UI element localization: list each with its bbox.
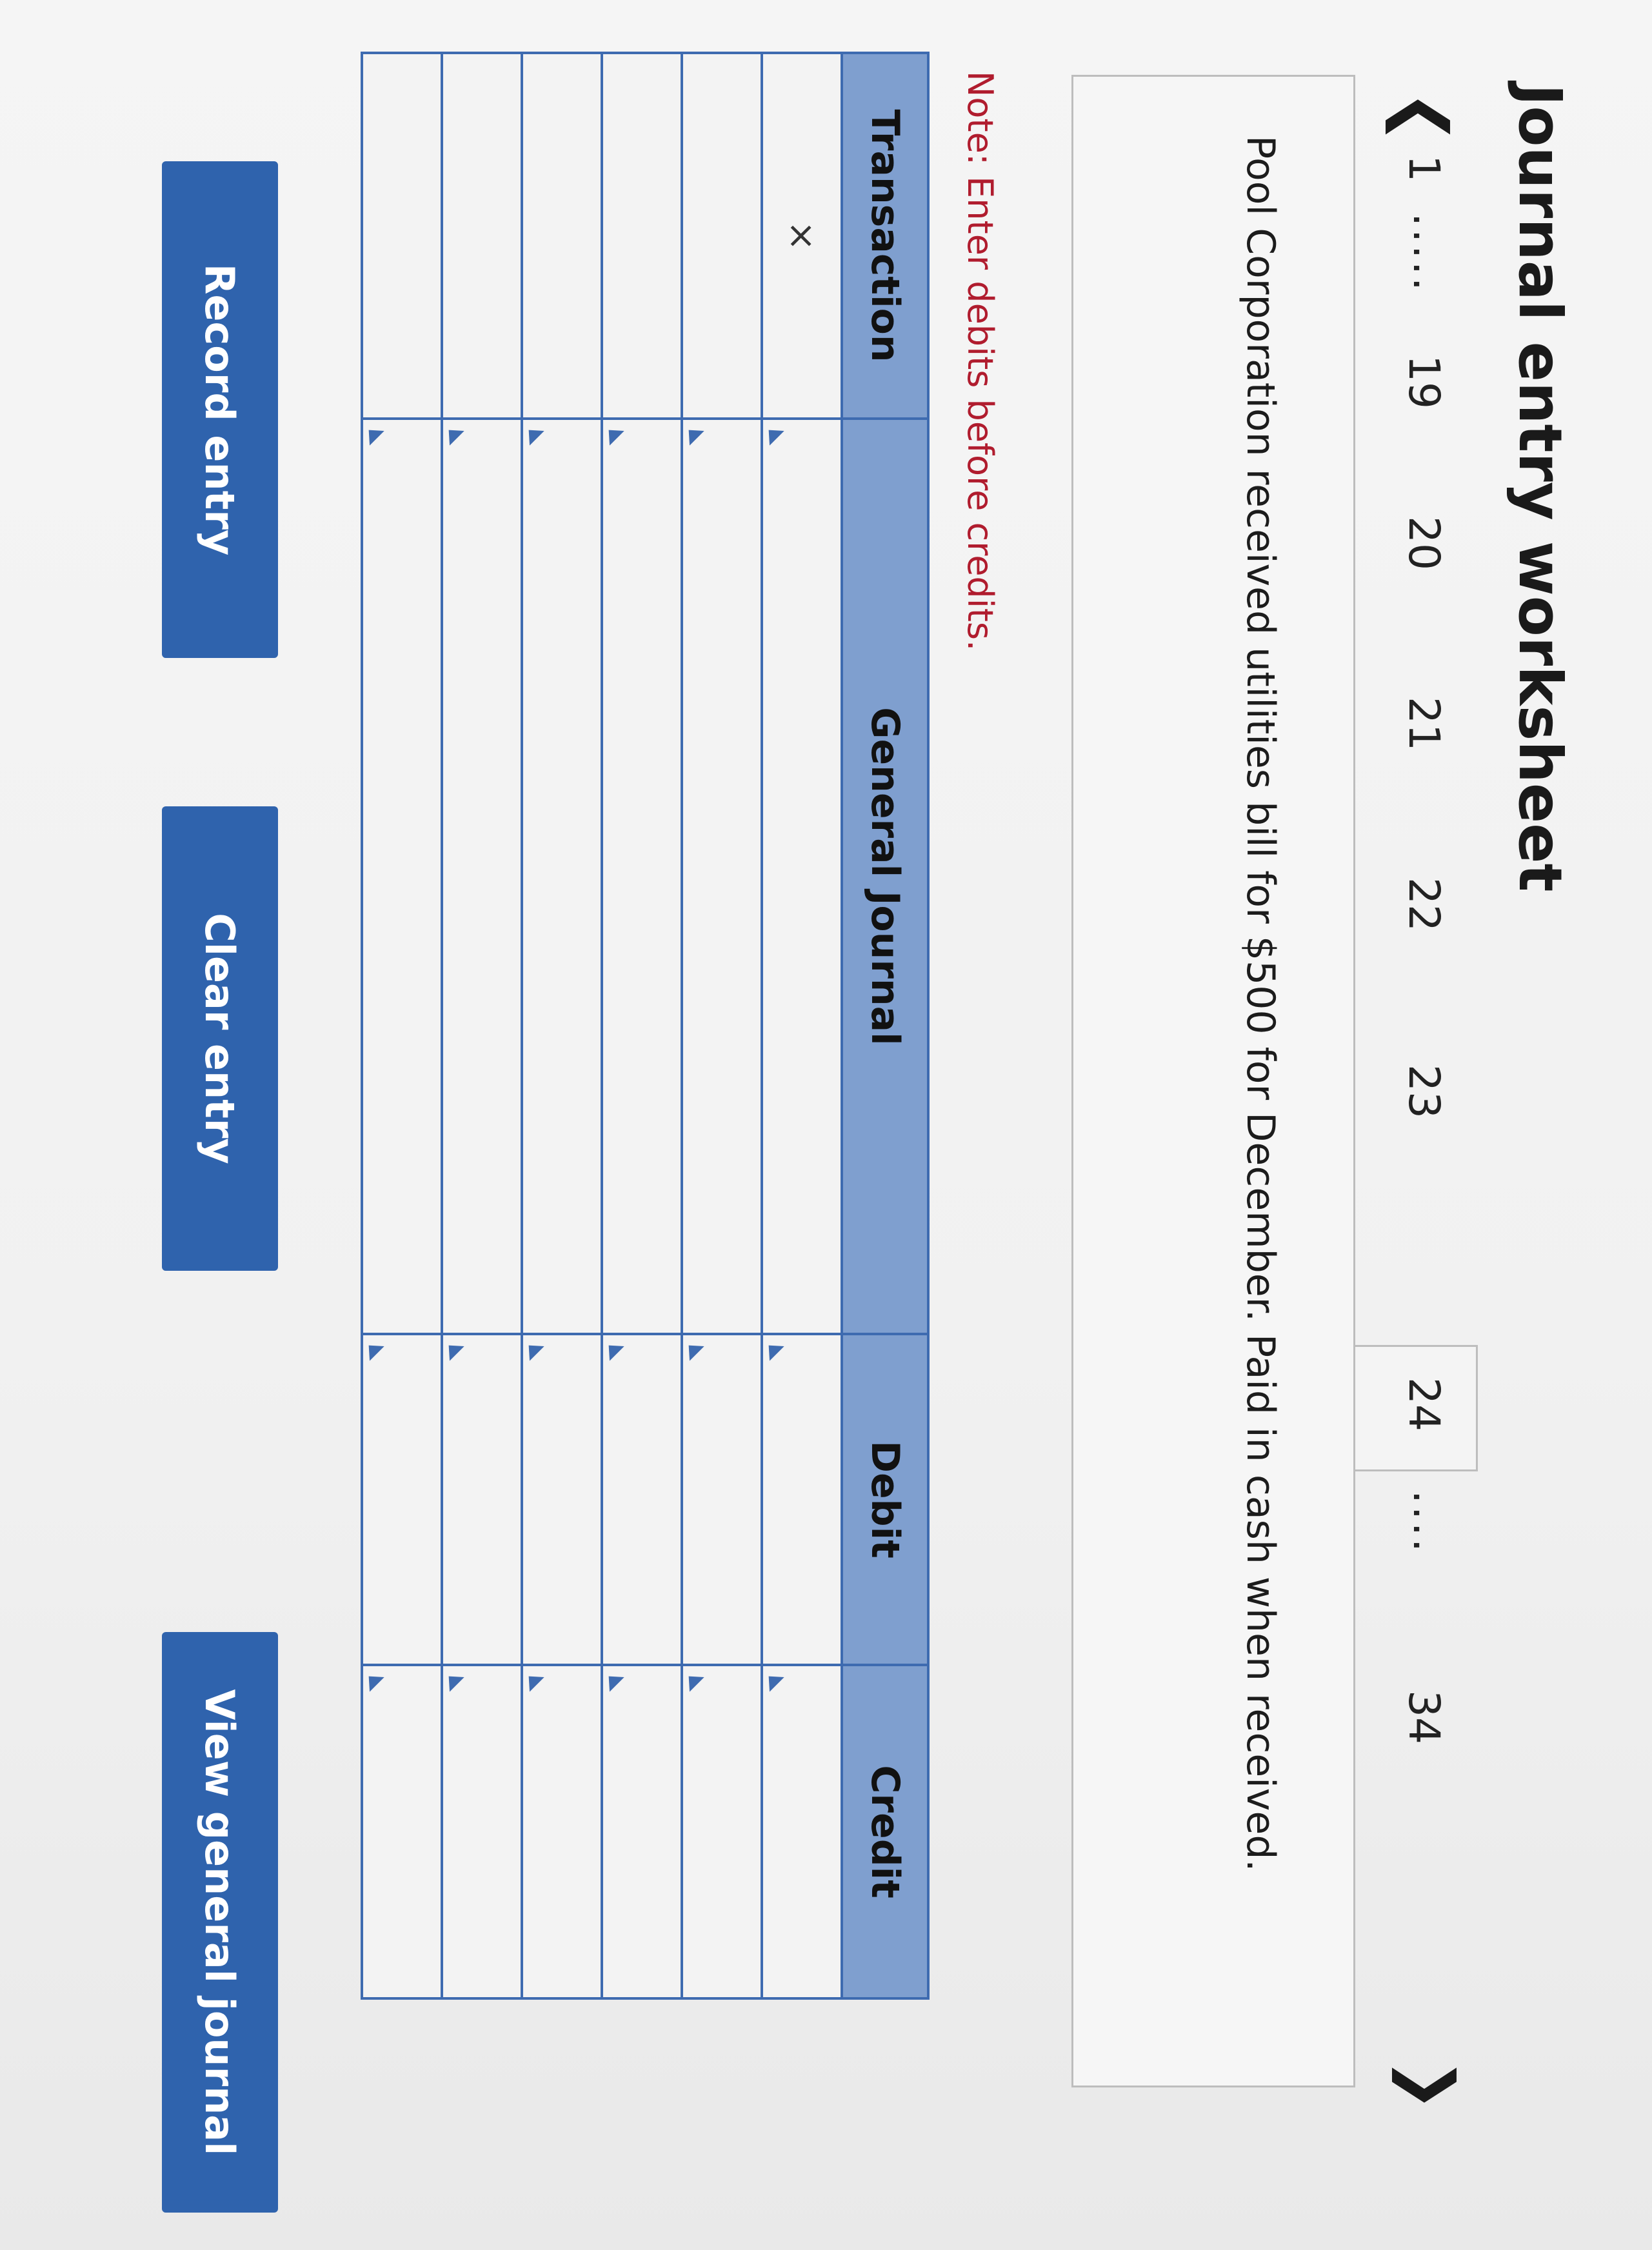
account-select[interactable] <box>602 419 682 1334</box>
credit-input[interactable] <box>762 1665 842 1998</box>
credit-input[interactable] <box>522 1665 602 1998</box>
pager-item-21[interactable]: 21 <box>1399 697 1449 751</box>
view-general-journal-button[interactable]: View general journal <box>162 1632 278 2213</box>
credit-input[interactable] <box>602 1665 682 1998</box>
worksheet-page: Journal entry worksheet ❮ 1 ..... 19 20 … <box>0 0 1652 2250</box>
note-text: Note: Enter debits before credits. <box>960 71 1000 652</box>
pager-item-34[interactable]: 34 <box>1399 1690 1449 1744</box>
account-select[interactable] <box>762 419 842 1334</box>
transaction-cell <box>362 53 442 419</box>
page-title: Journal entry worksheet <box>1506 84 1575 892</box>
table-row: × <box>762 53 842 1998</box>
question-box <box>1071 75 1355 2087</box>
debit-input[interactable] <box>442 1333 522 1666</box>
pager-item-20[interactable]: 20 <box>1399 516 1449 570</box>
debit-input[interactable] <box>602 1333 682 1666</box>
debit-input[interactable] <box>682 1333 762 1666</box>
table-row <box>602 53 682 1998</box>
record-entry-button[interactable]: Record entry <box>162 161 278 658</box>
debit-input[interactable] <box>362 1333 442 1666</box>
transaction-cell: × <box>762 53 842 419</box>
transaction-cell <box>682 53 762 419</box>
account-select[interactable] <box>442 419 522 1334</box>
pager-item-22[interactable]: 22 <box>1399 877 1449 931</box>
next-arrow-icon[interactable]: ❯ <box>1392 2058 1468 2112</box>
account-select[interactable] <box>682 419 762 1334</box>
header-transaction: Transaction <box>842 53 928 419</box>
table-row <box>362 53 442 1998</box>
table-row <box>442 53 522 1998</box>
credit-input[interactable] <box>442 1665 522 1998</box>
account-select[interactable] <box>522 419 602 1334</box>
transaction-cell <box>522 53 602 419</box>
account-select[interactable] <box>362 419 442 1334</box>
pager-ellipsis-left: ..... <box>1404 213 1453 294</box>
pager-ellipsis-right: .... <box>1404 1490 1453 1555</box>
debit-input[interactable] <box>522 1333 602 1666</box>
question-text: Pool Corporation received utilities bill… <box>1238 135 1283 1872</box>
general-journal-table: Transaction General Journal Debit Credit… <box>361 52 930 2000</box>
clear-entry-button[interactable]: Clear entry <box>162 806 278 1271</box>
credit-input[interactable] <box>362 1665 442 1998</box>
debit-input[interactable] <box>762 1333 842 1666</box>
transaction-cell <box>442 53 522 419</box>
header-general-journal: General Journal <box>842 419 928 1334</box>
header-debit: Debit <box>842 1333 928 1666</box>
pager-item-23[interactable]: 23 <box>1399 1064 1449 1119</box>
transaction-cell <box>602 53 682 419</box>
table-row <box>682 53 762 1998</box>
previous-arrow-icon[interactable]: ❮ <box>1386 90 1461 144</box>
credit-input[interactable] <box>682 1665 762 1998</box>
header-credit: Credit <box>842 1665 928 1998</box>
table-row <box>522 53 602 1998</box>
pager-item-24[interactable]: 24 <box>1399 1377 1449 1431</box>
pager-item-19[interactable]: 19 <box>1399 355 1449 409</box>
pager-item-1[interactable]: 1 <box>1399 155 1449 182</box>
